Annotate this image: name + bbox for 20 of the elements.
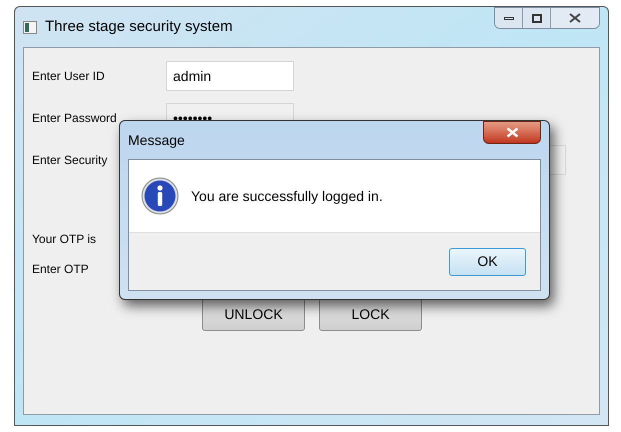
- otp-info-text: Your OTP is: [32, 231, 96, 248]
- close-button[interactable]: [551, 8, 599, 28]
- app-icon: [23, 20, 37, 34]
- user-id-field[interactable]: admin: [166, 61, 294, 91]
- maximize-button[interactable]: [523, 8, 551, 28]
- minimize-button[interactable]: [495, 8, 523, 28]
- field-label: Enter Password: [32, 110, 118, 127]
- field-label: Enter User ID: [32, 68, 106, 85]
- window-title: Three stage security system: [45, 16, 233, 37]
- field-label: Enter OTP: [32, 261, 89, 278]
- close-icon: [569, 13, 581, 23]
- action-button[interactable]: LOCK: [319, 298, 422, 331]
- dialog-title: Message: [128, 130, 185, 150]
- action-button[interactable]: UNLOCK: [202, 298, 305, 331]
- field-label: Enter Security: [32, 152, 108, 169]
- info-icon: [141, 177, 179, 215]
- close-button[interactable]: [483, 121, 541, 144]
- dialog-message: You are successfully logged in.: [191, 186, 383, 206]
- close-icon: [506, 127, 518, 138]
- ok-button[interactable]: OK: [449, 248, 526, 276]
